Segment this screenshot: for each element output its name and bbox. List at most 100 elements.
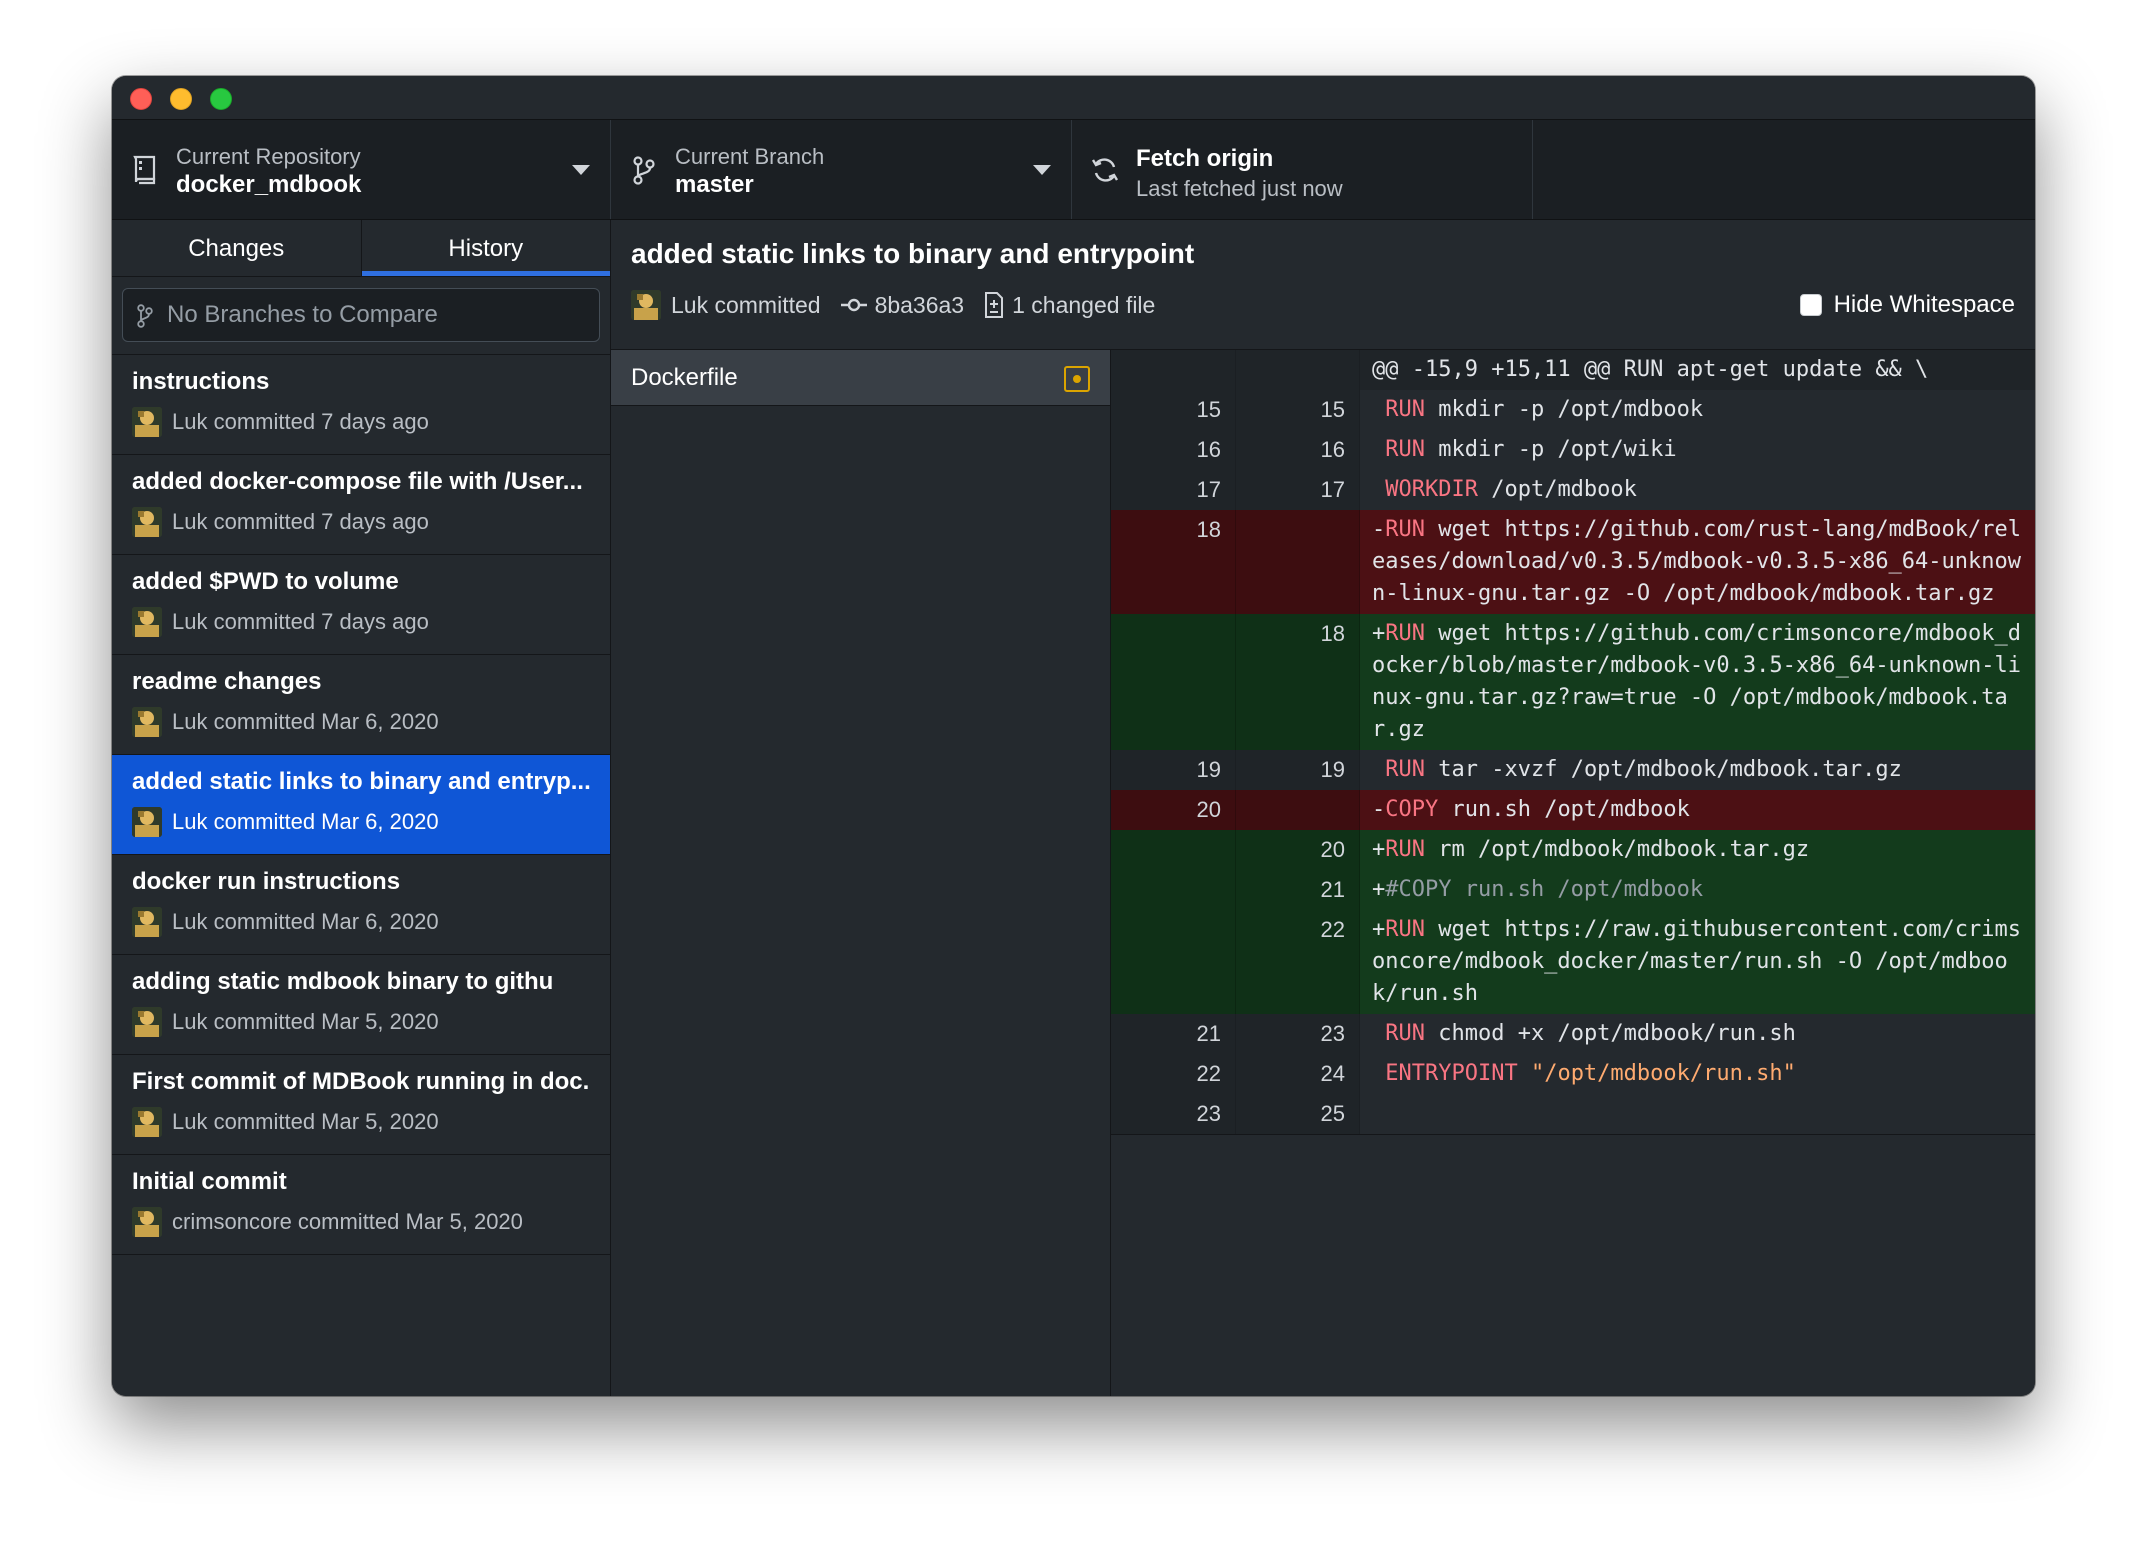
diff-text: tar -xvzf /opt/mdbook/mdbook.tar.gz — [1425, 757, 1902, 782]
diff-end — [1111, 1134, 2035, 1135]
branch-icon — [633, 156, 655, 185]
commit-author-label: Luk committed — [671, 291, 821, 318]
new-line-number: 22 — [1236, 910, 1360, 1014]
avatar — [132, 807, 162, 837]
old-line-number: 19 — [1111, 750, 1236, 790]
compare-branch-area: No Branches to Compare — [112, 277, 610, 355]
diff-line-context: 23 25 — [1111, 1094, 2035, 1134]
minimize-window-button[interactable] — [170, 88, 192, 110]
diff-prefix: + — [1372, 917, 1386, 942]
commit-list-item[interactable]: added $PWD to volume Luk committed 7 days… — [112, 555, 610, 655]
diff-prefix — [1372, 397, 1385, 422]
diff-text — [1518, 1061, 1531, 1086]
fetch-label: Fetch origin — [1136, 145, 1274, 172]
old-line-number: 18 — [1111, 510, 1236, 614]
tab-changes[interactable]: Changes — [112, 220, 361, 276]
zoom-window-button[interactable] — [210, 88, 232, 110]
commit-list-item-meta: Luk committed 7 days ago — [172, 609, 429, 634]
diff-text: wget https://github.com/rust-lang/mdBook… — [1372, 517, 2022, 606]
diff-text: #COPY run.sh /opt/mdbook — [1385, 877, 1704, 902]
old-line-number: 23 — [1111, 1094, 1236, 1134]
commit-list-item-meta: Luk committed Mar 6, 2020 — [172, 809, 439, 834]
new-line-number: 16 — [1236, 430, 1360, 470]
diff-prefix: + — [1372, 877, 1386, 902]
old-line-number: 21 — [1111, 1014, 1236, 1054]
avatar — [132, 1207, 162, 1237]
diff-line-context: 15 15 RUN mkdir -p /opt/mdbook — [1111, 390, 2035, 430]
diff-prefix: + — [1372, 837, 1386, 862]
commit-list-item[interactable]: Initial commit crimsoncore committed Mar … — [112, 1155, 610, 1255]
diff-text: mkdir -p /opt/mdbook — [1425, 397, 1704, 422]
new-line-number: 15 — [1236, 390, 1360, 430]
commit-list-item[interactable]: added static links to binary and entryp.… — [112, 755, 610, 855]
diff-prefix — [1372, 437, 1385, 462]
commit-list-item[interactable]: adding static mdbook binary to githu Luk … — [112, 955, 610, 1055]
avatar — [132, 907, 162, 937]
commit-sha[interactable]: 8ba36a3 — [840, 292, 964, 319]
fetch-origin-button[interactable]: Fetch origin Last fetched just now — [1072, 120, 1533, 219]
close-window-button[interactable] — [130, 88, 152, 110]
commit-list-item-meta: Luk committed Mar 5, 2020 — [172, 1009, 439, 1034]
avatar — [132, 1007, 162, 1037]
commit-list-item[interactable]: added docker-compose file with /User... L… — [112, 455, 610, 555]
sidebar: Changes History No Branches to Compare i… — [112, 220, 611, 1396]
diff-line-code: +#COPY run.sh /opt/mdbook — [1360, 870, 2035, 910]
commit-list-item-title: added docker-compose file with /User... — [132, 468, 583, 495]
commit-meta-row: Luk committed 8ba36a3 1 changed file — [631, 288, 1175, 322]
commit-title: added static links to binary and entrypo… — [631, 238, 1195, 269]
diff-keyword: COPY — [1385, 797, 1439, 822]
commit-list-item[interactable]: First commit of MDBook running in doc...… — [112, 1055, 610, 1155]
commit-author: Luk committed — [631, 290, 821, 320]
commit-list-item-meta: Luk committed Mar 6, 2020 — [172, 709, 439, 734]
diff-text: wget https://github.com/crimsoncore/mdbo… — [1372, 621, 2022, 742]
old-line-number: 22 — [1111, 1054, 1236, 1094]
diff-text: rm /opt/mdbook/mdbook.tar.gz — [1425, 837, 1810, 862]
diff-prefix — [1372, 477, 1385, 502]
commit-list-item-title: adding static mdbook binary to githu — [132, 968, 554, 995]
hide-whitespace-toggle[interactable]: Hide Whitespace — [1799, 288, 2015, 322]
file-row[interactable]: Dockerfile — [611, 350, 1110, 406]
old-line-number: 15 — [1111, 390, 1236, 430]
compare-placeholder: No Branches to Compare — [167, 301, 438, 328]
commit-list-item[interactable]: docker run instructions Luk committed Mar… — [112, 855, 610, 955]
diff-line-code: +RUN rm /opt/mdbook/mdbook.tar.gz — [1360, 830, 2035, 870]
diff-keyword: RUN — [1385, 437, 1425, 462]
current-repository-button[interactable]: Current Repository docker_mdbook — [112, 120, 611, 219]
new-line-number: 23 — [1236, 1014, 1360, 1054]
current-branch-button[interactable]: Current Branch master — [611, 120, 1072, 219]
sync-icon — [1091, 158, 1119, 182]
diff-prefix: + — [1372, 621, 1386, 646]
diff-keyword: WORKDIR — [1385, 477, 1478, 502]
diff-text: run.sh /opt/mdbook — [1438, 797, 1690, 822]
avatar — [132, 607, 162, 637]
diff-prefix — [1372, 757, 1385, 782]
hide-whitespace-checkbox[interactable] — [1799, 294, 1822, 316]
commit-list-item[interactable]: readme changes Luk committed Mar 6, 2020 — [112, 655, 610, 755]
branch-label: Current Branch — [675, 144, 825, 169]
diff-line-context: 16 16 RUN mkdir -p /opt/wiki — [1111, 430, 2035, 470]
new-line-number: 20 — [1236, 830, 1360, 870]
new-line-number — [1236, 790, 1360, 830]
diff-text: wget https://raw.githubusercontent.com/c… — [1372, 917, 2022, 1006]
diff-keyword: RUN — [1385, 757, 1425, 782]
tab-history[interactable]: History — [360, 220, 611, 276]
diff-line-added: 22 +RUN wget https://raw.githubuserconten… — [1111, 910, 2035, 1014]
diff-line-code: RUN mkdir -p /opt/mdbook — [1360, 390, 2035, 430]
new-line-number: 24 — [1236, 1054, 1360, 1094]
old-line-number — [1111, 350, 1236, 390]
old-line-number: 20 — [1111, 790, 1236, 830]
hunk-header-text: @@ -15,9 +15,11 @@ RUN apt-get update &&… — [1372, 357, 1929, 382]
commit-list-item-meta: Luk committed Mar 6, 2020 — [172, 909, 439, 934]
commit-list-item[interactable]: instructions Luk committed 7 days ago — [112, 355, 610, 455]
diff-view: @@ -15,9 +15,11 @@ RUN apt-get update &&… — [1111, 350, 2035, 1396]
commit-list-item-meta: Luk committed Mar 5, 2020 — [172, 1109, 439, 1134]
diff-line-added: 21 +#COPY run.sh /opt/mdbook — [1111, 870, 2035, 910]
diff-prefix — [1372, 1101, 1385, 1126]
diff-keyword: RUN — [1385, 917, 1425, 942]
diff-keyword: RUN — [1385, 621, 1425, 646]
new-line-number: 25 — [1236, 1094, 1360, 1134]
chevron-down-icon — [572, 165, 590, 175]
commit-list-item-title: added $PWD to volume — [132, 568, 399, 595]
compare-branch-input[interactable]: No Branches to Compare — [122, 288, 600, 342]
commit-list-item-title: readme changes — [132, 668, 322, 695]
